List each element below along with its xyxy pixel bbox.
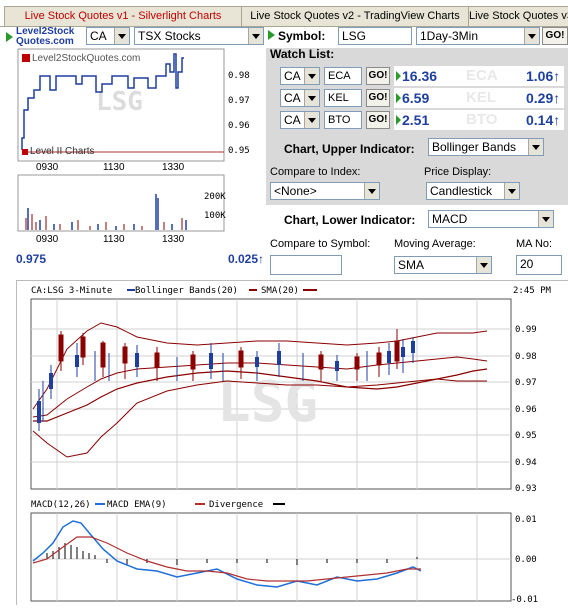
chevron-down-icon (304, 90, 319, 106)
price-change: 0.025↑ (228, 252, 265, 266)
chevron-down-icon (524, 28, 539, 44)
watch-country-select[interactable]: CA (280, 67, 320, 85)
chevron-down-icon (114, 28, 129, 44)
main-y-tick: 0.98 (515, 352, 537, 362)
arrow-up-icon: ↑ (258, 252, 265, 266)
macd-tick: 0.00 (515, 555, 537, 565)
moving-average-label: Moving Average: (394, 238, 476, 250)
arrow-right-icon (396, 71, 401, 81)
tab-live-quotes-v2[interactable]: Live Stock Quotes v2 - TradingView Chart… (241, 6, 469, 26)
main-y-tick: 0.95 (515, 431, 537, 441)
logo: Level2Stock Quotes.com (4, 27, 84, 47)
legend-square-icon (22, 149, 28, 155)
svg-text:LSG: LSG (96, 87, 143, 117)
arrow-right-icon (396, 115, 401, 125)
watch-symbol-input[interactable]: KEL (324, 89, 362, 107)
macd-ema-legend: MACD EMA(9) (107, 500, 167, 510)
arrow-up-icon: ↑ (553, 90, 561, 106)
main-y-tick: 0.94 (515, 458, 537, 468)
sma-legend: SMA(20) (261, 286, 299, 296)
main-y-tick: 0.96 (515, 405, 537, 415)
ma-no-label: MA No: (516, 238, 553, 250)
lower-indicator-select[interactable]: MACD (428, 210, 554, 228)
main-y-tick: 0.97 (515, 378, 537, 388)
watch-symbol-input[interactable]: ECA (324, 67, 362, 85)
mini-y-tick: 0.98 (228, 71, 250, 81)
country-select[interactable]: CA (86, 27, 130, 45)
tab-live-quotes-v3[interactable]: Live Stock Quotes v3 (468, 6, 568, 26)
mini-y-tick: 0.95 (228, 146, 250, 156)
upper-indicator-label: Chart, Upper Indicator: (284, 142, 415, 156)
watch-quote-row[interactable]: 2.51 BTO 0.14↑ (394, 110, 564, 130)
watch-quote-row[interactable]: 6.59 KEL 0.29↑ (394, 88, 564, 108)
brand-square-icon (22, 54, 30, 62)
chevron-down-icon (364, 183, 379, 199)
mini-y-tick: 0.97 (228, 96, 250, 106)
ma-no-input[interactable]: 20 (516, 255, 562, 275)
watch-symbol-input[interactable]: BTO (324, 111, 362, 129)
chevron-down-icon (304, 112, 319, 128)
chevron-down-icon (304, 68, 319, 84)
mini-y-tick: 0.96 (228, 121, 250, 131)
mini-vol-tick: 200K (204, 192, 226, 202)
period-select[interactable]: 1Day-3Min (416, 27, 540, 45)
chart-symbol-label: CA:LSG 3-Minute (31, 286, 112, 296)
compare-symbol-input[interactable] (270, 255, 342, 275)
mini-vol-tick: 100K (204, 211, 226, 221)
chevron-down-icon (476, 257, 491, 273)
price-display-label: Price Display: (424, 166, 492, 178)
watch-country-select[interactable]: CA (280, 89, 320, 107)
watch-quote-row[interactable]: 16.36 ECA 1.06↑ (394, 66, 564, 86)
main-y-tick: 0.99 (515, 325, 537, 335)
price-display-select[interactable]: Candlestick (426, 182, 520, 200)
last-price: 0.975 (16, 252, 47, 266)
chevron-down-icon (538, 211, 553, 227)
watch-go-button[interactable]: GO! (366, 89, 390, 107)
tab-live-quotes-v1[interactable]: Live Stock Quotes v1 - Silverlight Chart… (4, 6, 242, 26)
symbol-input[interactable]: LSG (338, 27, 412, 45)
chevron-down-icon (528, 139, 543, 155)
moving-average-select[interactable]: SMA (394, 256, 492, 274)
arrow-up-icon: ↑ (553, 112, 561, 128)
compare-symbol-label: Compare to Symbol: (270, 238, 371, 250)
main-chart: CA:LSG 3-Minute Bollinger Bands(20) SMA(… (16, 280, 568, 605)
upper-indicator-select[interactable]: Bollinger Bands (428, 138, 544, 156)
macd-tick: -0.01 (511, 595, 538, 605)
mini-chart: LSG 0.98 0.97 0.96 0.95 200K 100K Level2 (16, 48, 256, 300)
macd-tick: 0.01 (515, 515, 537, 525)
watch-title: Watch List: (270, 47, 335, 61)
arrow-up-icon: ↑ (553, 68, 561, 84)
watch-go-button[interactable]: GO! (366, 67, 390, 85)
symbol-label: Symbol: (278, 29, 326, 43)
compare-index-select[interactable]: <None> (270, 182, 380, 200)
bb-legend: Bollinger Bands(20) (135, 286, 238, 296)
main-chart-svg: CA:LSG 3-Minute Bollinger Bands(20) SMA(… (30, 286, 552, 605)
go-button[interactable]: GO! (542, 27, 568, 45)
arrow-right-icon (6, 32, 13, 42)
chart-time: 2:45 PM (513, 286, 552, 296)
arrow-right-icon (396, 93, 401, 103)
arrow-right-icon (268, 30, 275, 40)
divergence-legend: Divergence (209, 500, 263, 510)
watch-country-select[interactable]: CA (280, 111, 320, 129)
exchange-select[interactable]: TSX Stocks (134, 27, 264, 45)
chevron-down-icon (504, 183, 519, 199)
mini-chart-svg: LSG 0.98 0.97 0.96 0.95 200K 100K (17, 48, 250, 232)
compare-index-label: Compare to Index: (270, 166, 361, 178)
chevron-down-icon (248, 28, 263, 44)
macd-legend: MACD(12,26) (31, 500, 91, 510)
lower-indicator-label: Chart, Lower Indicator: (284, 213, 416, 227)
main-y-tick: 0.93 (515, 484, 537, 494)
watch-go-button[interactable]: GO! (366, 111, 390, 129)
